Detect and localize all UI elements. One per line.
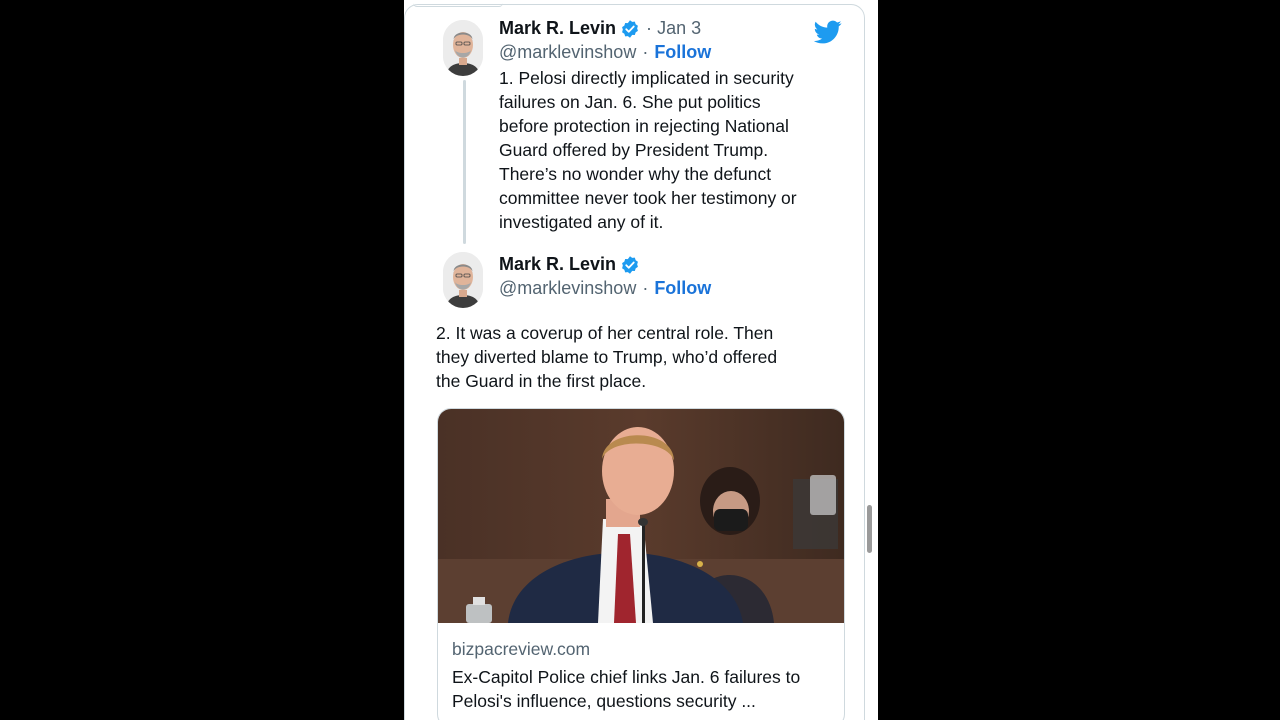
verified-badge-icon bbox=[622, 19, 638, 38]
avatar-photo bbox=[443, 20, 483, 76]
twitter-bird-icon[interactable] bbox=[813, 18, 843, 46]
follow-button[interactable]: Follow bbox=[654, 278, 711, 299]
date-text: Jan 3 bbox=[657, 18, 702, 38]
tweet-date[interactable]: · Jan 3 bbox=[646, 18, 701, 39]
avatar[interactable] bbox=[443, 252, 483, 308]
tweet-1-header: Mark R. Levin · Jan 3 bbox=[499, 18, 701, 39]
tweet-1-handle-row: @marklevinshow · Follow bbox=[499, 42, 711, 63]
handle-separator: · bbox=[642, 42, 649, 62]
tweet-2-handle-row: @marklevinshow · Follow bbox=[499, 278, 711, 299]
author-handle[interactable]: @marklevinshow bbox=[499, 278, 636, 299]
avatar-photo bbox=[443, 252, 483, 308]
author-handle[interactable]: @marklevinshow bbox=[499, 42, 636, 63]
author-name[interactable]: Mark R. Levin bbox=[499, 18, 616, 39]
tweet-2-text: 2. It was a coverup of her central role.… bbox=[436, 323, 778, 391]
tweet-1-text: 1. Pelosi directly implicated in securit… bbox=[499, 68, 797, 232]
follow-button[interactable]: Follow bbox=[654, 42, 711, 63]
tweet-2-header: Mark R. Levin bbox=[499, 254, 640, 275]
thread-connector-line bbox=[463, 80, 466, 244]
date-separator: · bbox=[646, 18, 653, 38]
link-preview-card[interactable]: bizpacreview.com Ex-Capitol Police chief… bbox=[437, 408, 845, 720]
author-name[interactable]: Mark R. Levin bbox=[499, 254, 616, 275]
avatar[interactable] bbox=[443, 20, 483, 76]
link-title[interactable]: Ex-Capitol Police chief links Jan. 6 fai… bbox=[452, 665, 834, 713]
link-domain: bizpacreview.com bbox=[452, 639, 591, 659]
link-preview-image bbox=[438, 409, 844, 623]
scrollbar[interactable] bbox=[867, 505, 872, 553]
handle-separator: · bbox=[642, 278, 649, 298]
previous-card-edge bbox=[413, 3, 503, 7]
verified-badge-icon bbox=[622, 255, 638, 274]
